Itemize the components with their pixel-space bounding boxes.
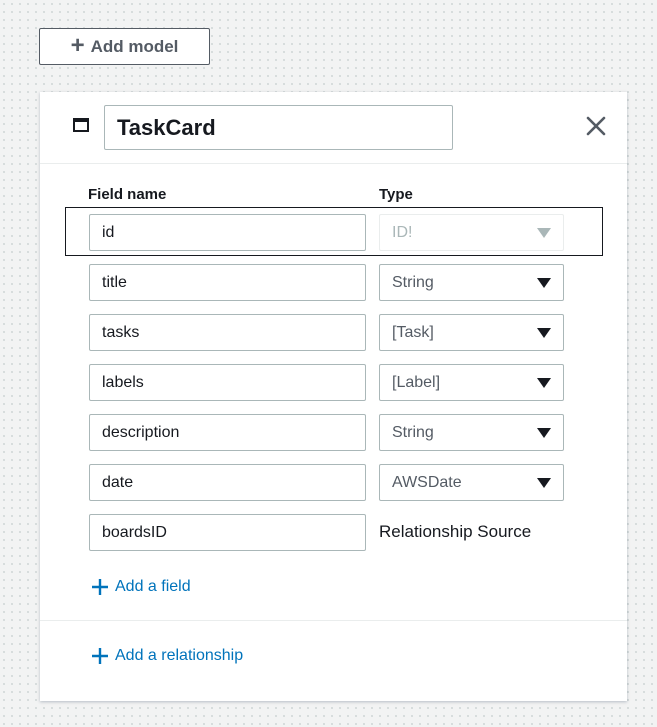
chevron-down-icon bbox=[537, 227, 551, 238]
add-field-label: Add a field bbox=[115, 578, 191, 595]
field-row-boardsid: Relationship Source bbox=[40, 514, 627, 551]
add-field-link[interactable]: Add a field bbox=[91, 578, 191, 596]
field-name-input[interactable] bbox=[89, 214, 366, 251]
chevron-down-icon bbox=[537, 427, 551, 438]
type-select[interactable]: [Task] bbox=[379, 314, 564, 351]
type-select-value: AWSDate bbox=[392, 473, 462, 491]
plus-icon bbox=[92, 648, 108, 664]
field-row-tasks: [Task] bbox=[40, 314, 627, 351]
chevron-down-icon bbox=[537, 377, 551, 388]
type-select-value: [Task] bbox=[392, 323, 434, 341]
field-name-input[interactable] bbox=[89, 264, 366, 301]
field-row-labels: [Label] bbox=[40, 364, 627, 401]
relationship-source-label: Relationship Source bbox=[379, 522, 532, 541]
add-model-label: Add model bbox=[90, 36, 179, 56]
type-select[interactable]: AWSDate bbox=[379, 464, 564, 501]
plus-icon bbox=[92, 579, 108, 595]
table-icon bbox=[73, 118, 89, 132]
field-row-title: String bbox=[40, 264, 627, 301]
field-row-description: String bbox=[40, 414, 627, 451]
add-relationship-link[interactable]: Add a relationship bbox=[91, 647, 243, 665]
field-name-input[interactable] bbox=[89, 464, 366, 501]
type-select[interactable]: String bbox=[379, 264, 564, 301]
close-icon[interactable] bbox=[584, 114, 608, 138]
model-card: Field name Type ID! String [Task] [Label… bbox=[40, 92, 627, 701]
type-select-value: String bbox=[392, 273, 434, 291]
field-name-input[interactable] bbox=[89, 414, 366, 451]
field-row-date: AWSDate bbox=[40, 464, 627, 501]
model-card-header bbox=[40, 92, 627, 164]
field-row-id: ID! bbox=[40, 214, 627, 251]
field-name-input[interactable] bbox=[89, 364, 366, 401]
field-name-input[interactable] bbox=[89, 314, 366, 351]
type-select[interactable]: String bbox=[379, 414, 564, 451]
add-relationship-label: Add a relationship bbox=[115, 647, 244, 664]
chevron-down-icon bbox=[537, 277, 551, 288]
chevron-down-icon bbox=[537, 477, 551, 488]
add-model-button[interactable]: + Add model bbox=[39, 28, 210, 65]
divider bbox=[40, 620, 627, 621]
chevron-down-icon bbox=[537, 327, 551, 338]
field-name-input[interactable] bbox=[89, 514, 366, 551]
type-column-header: Type bbox=[379, 186, 413, 203]
type-select[interactable]: [Label] bbox=[379, 364, 564, 401]
type-select-value: String bbox=[392, 423, 434, 441]
type-select-value: [Label] bbox=[392, 373, 441, 391]
type-select: ID! bbox=[379, 214, 564, 251]
model-name-input[interactable] bbox=[104, 105, 453, 150]
type-select-value: ID! bbox=[392, 223, 413, 241]
plus-icon: + bbox=[70, 31, 85, 59]
field-name-column-header: Field name bbox=[88, 186, 167, 203]
